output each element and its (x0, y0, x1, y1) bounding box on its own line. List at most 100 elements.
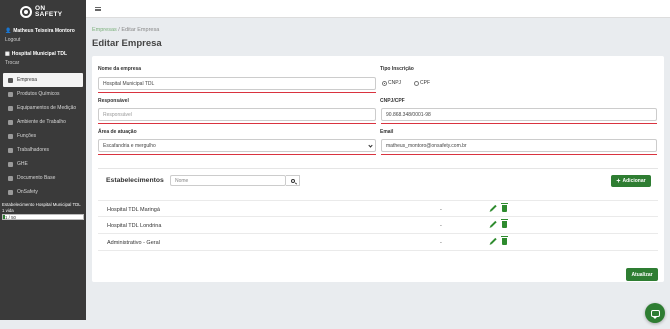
sidebar-item-documento-base[interactable]: Documento Base (0, 171, 86, 185)
edit-icon[interactable] (490, 220, 497, 228)
chat-button[interactable] (645, 303, 665, 323)
edit-icon[interactable] (490, 204, 497, 212)
organization-block: ▦ Hospital Municipal TDL Trocar (0, 43, 86, 66)
establishments-header: Estabelecimentos Nome + Adicionar (98, 168, 658, 190)
area-label: Área de atuação (98, 129, 137, 135)
area-select[interactable]: Escafandria e mergulho (98, 139, 376, 152)
trash-icon[interactable] (501, 219, 508, 228)
establishments-list: Hospital TDL Maringá - Hospital TDL Lond… (98, 200, 658, 251)
cnpj-input[interactable]: 90.868.348/0001-98 (381, 108, 657, 121)
responsible-label: Responsável (98, 98, 129, 104)
sidebar-item-label: OnSafety (17, 189, 38, 195)
workplace-icon (8, 119, 13, 125)
gauge-icon (8, 105, 13, 111)
table-row: Administrativo - Geral - (98, 234, 658, 251)
cnpj-label: CNPJ/CPF (380, 98, 405, 104)
sidebar-item-label: Ambiente de Trabalho (17, 119, 66, 125)
user-name: 👤 Matheus Teixeira Montoro (5, 28, 81, 34)
radio-cnpj[interactable]: CNPJ (382, 80, 401, 86)
plus-icon: + (616, 177, 621, 185)
sidebar-item-label: Trabalhadores (17, 147, 50, 153)
radio-cnpj-label: CNPJ (388, 80, 402, 86)
row-value: - (440, 223, 442, 229)
radio-cpf-circle[interactable] (414, 80, 419, 86)
flask-icon (8, 91, 13, 97)
company-name-input[interactable]: Hospital Municipal TDL (98, 77, 376, 90)
sidebar-item-produtos-quimicos[interactable]: Produtos Químicos (0, 87, 86, 101)
page-title: Editar Empresa (92, 38, 162, 49)
establishment-lives: Estabelecimento Hospital Municipal TDL 1… (0, 199, 86, 220)
breadcrumb-current: Editar Empresa (121, 27, 160, 33)
chevron-down-icon (368, 143, 373, 148)
trash-icon[interactable] (501, 236, 508, 245)
company-name-error-line (98, 92, 376, 93)
radio-cnpj-circle[interactable] (382, 80, 387, 86)
responsible-error-line (98, 123, 376, 124)
trash-icon[interactable] (501, 203, 508, 212)
organization-name-text: Hospital Municipal TDL (11, 51, 68, 57)
user-block: 👤 Matheus Teixeira Montoro Logout (0, 24, 86, 43)
sidebar: ON SAFETY 👤 Matheus Teixeira Montoro Log… (0, 0, 86, 320)
lives-label: 1 vida (2, 208, 14, 213)
sidebar-item-empresa[interactable]: Empresa (3, 73, 83, 87)
establishment-title: Estabelecimento Hospital Municipal TDL (2, 202, 81, 207)
cnpj-error-line (381, 123, 657, 124)
brand-line2: SAFETY (35, 11, 63, 18)
establishment-search-input[interactable]: Nome (170, 175, 286, 186)
main-content: Empresas / Editar Empresa Editar Empresa… (86, 18, 670, 329)
breadcrumb: Empresas / Editar Empresa (92, 27, 159, 33)
row-name: Hospital TDL Maringá (107, 207, 160, 213)
lives-progress-bar: 1 / 50 (2, 214, 84, 220)
update-button[interactable]: Atualizar (626, 268, 658, 281)
radio-cpf-label: CPF (420, 80, 430, 86)
area-select-value: Escafandria e mergulho (103, 142, 156, 149)
building-icon: ▦ (5, 51, 10, 57)
email-label: Email (380, 129, 394, 135)
email-input[interactable]: matheus_montoro@onsafety.com.br (381, 139, 657, 152)
search-icon (290, 178, 295, 183)
sidebar-item-trabalhadores[interactable]: Trabalhadores (0, 143, 86, 157)
sidebar-nav: Empresa Produtos Químicos Equipamentos d… (0, 73, 86, 199)
row-name: Administrativo - Geral (107, 240, 160, 246)
row-value: - (440, 240, 442, 246)
users-icon (8, 133, 13, 139)
edit-icon[interactable] (490, 237, 497, 245)
sidebar-item-label: Equipamentos de Medição (17, 105, 77, 111)
lives-usage-text: 1 / 50 (5, 215, 16, 220)
sidebar-item-ghe[interactable]: GHE (0, 157, 86, 171)
organization-name: ▦ Hospital Municipal TDL (5, 51, 81, 57)
add-establishment-label: Adicionar (622, 178, 646, 184)
brand-text: ON SAFETY (35, 5, 63, 18)
radio-cpf[interactable]: CPF (414, 80, 430, 86)
sidebar-item-label: Empresa (17, 77, 38, 83)
row-value: - (440, 207, 442, 213)
area-error-line (98, 154, 376, 155)
brand-logo[interactable]: ON SAFETY (0, 0, 86, 24)
sidebar-item-equipamentos[interactable]: Equipamentos de Medição (0, 101, 86, 115)
sidebar-item-label: Produtos Químicos (17, 91, 60, 97)
sidebar-item-label: GHE (17, 161, 28, 167)
establishment-search-button[interactable] (286, 175, 300, 186)
row-name: Hospital TDL Londrina (107, 223, 162, 229)
email-error-line (381, 154, 657, 155)
add-establishment-button[interactable]: + Adicionar (611, 175, 651, 187)
company-name-label: Nome da empresa (98, 66, 142, 72)
sidebar-item-funcoes[interactable]: Funções (0, 129, 86, 143)
chat-icon (650, 309, 660, 319)
group-icon (8, 161, 13, 167)
switch-organization-link[interactable]: Trocar (5, 60, 81, 66)
onsafety-logo-icon (20, 6, 32, 18)
table-row: Hospital TDL Maringá - (98, 200, 658, 217)
inscription-type-label: Tipo Inscrição (380, 66, 414, 72)
menu-toggle-icon[interactable] (95, 7, 101, 11)
workers-icon (8, 147, 13, 153)
breadcrumb-link-empresas[interactable]: Empresas (92, 27, 117, 33)
responsible-input[interactable]: Responsável (98, 108, 376, 121)
sidebar-item-onsafety[interactable]: OnSafety (0, 185, 86, 199)
table-row: Hospital TDL Londrina - (98, 217, 658, 234)
establishments-title: Estabelecimentos (106, 177, 164, 184)
breadcrumb-separator: / (118, 27, 120, 33)
sidebar-item-label: Documento Base (17, 175, 56, 181)
sidebar-item-ambiente[interactable]: Ambiente de Trabalho (0, 115, 86, 129)
user-icon: 👤 (5, 28, 12, 34)
